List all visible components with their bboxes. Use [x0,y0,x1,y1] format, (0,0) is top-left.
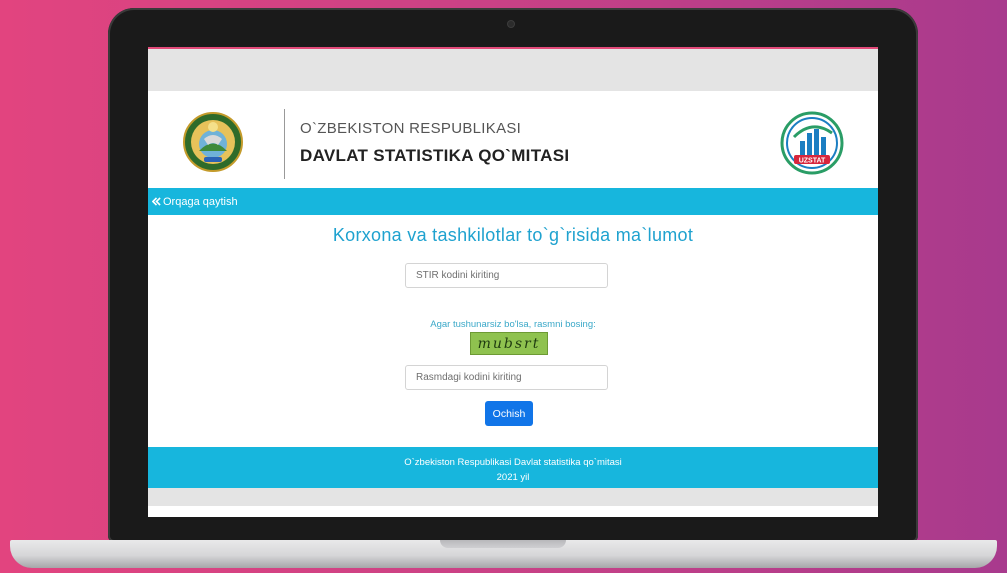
org-name-line2: DAVLAT STATISTIKA QO`MITASI [300,146,570,165]
uzstat-logo-text: UZSTAT [799,158,826,165]
nav-bar: Orqaga qaytish [148,188,878,215]
open-button[interactable]: Ochish [485,401,533,426]
footer-line2: 2021 yil [496,472,530,483]
captcha-code-input[interactable] [405,365,608,390]
header-divider [284,109,285,179]
laptop-lid: O`ZBEKISTON RESPUBLIKASI DAVLAT STATISTI… [108,8,918,542]
back-link-label: Orqaga qaytish [163,195,238,208]
state-emblem-icon [183,112,243,172]
uzstat-logo: UZSTAT [780,111,844,175]
site-footer: O`zbekiston Respublikasi Davlat statisti… [148,447,878,488]
footer-line1: O`zbekiston Respublikasi Davlat statisti… [404,457,622,468]
back-link[interactable]: Orqaga qaytish [152,196,238,208]
bottom-grey-bar [148,488,878,506]
page-title: Korxona va tashkilotlar to`g`risida ma`l… [332,225,694,245]
double-chevron-left-icon [152,197,161,206]
top-grey-bar [148,49,878,91]
screen: O`ZBEKISTON RESPUBLIKASI DAVLAT STATISTI… [148,47,878,517]
org-name-line1: O`ZBEKISTON RESPUBLIKASI [300,120,522,137]
captcha-hint: Agar tushunarsiz bo'lsa, rasmni bosing: [430,319,596,330]
laptop-base-notch [440,540,566,548]
captcha-image[interactable]: mubsrt [470,332,548,355]
main-form-area: Korxona va tashkilotlar to`g`risida ma`l… [148,215,878,447]
site-header: O`ZBEKISTON RESPUBLIKASI DAVLAT STATISTI… [148,91,878,188]
stir-input[interactable] [405,263,608,288]
camera-icon [508,21,514,27]
